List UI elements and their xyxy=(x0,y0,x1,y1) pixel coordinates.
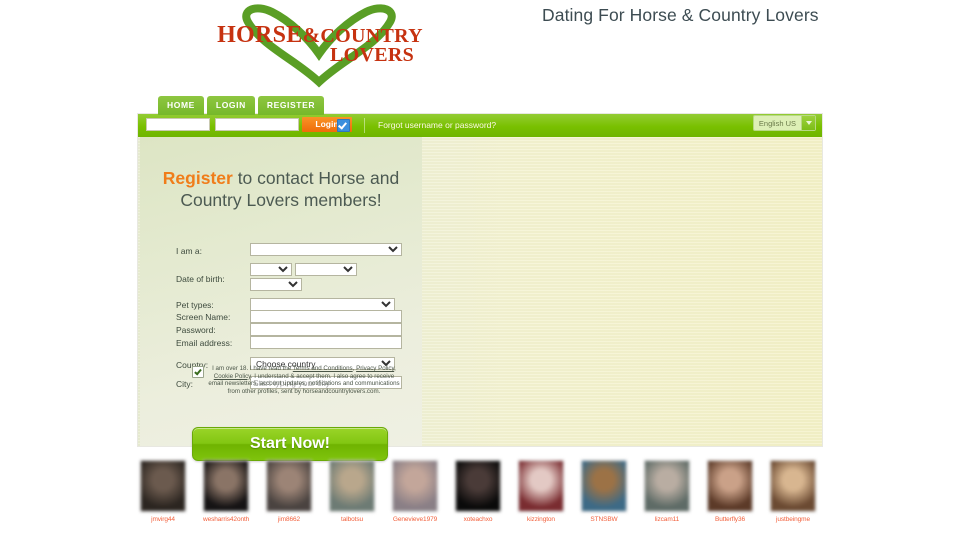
member-username: jim8662 xyxy=(277,516,301,523)
label-date-of-birth: Date of birth: xyxy=(176,274,225,284)
terms-checkbox[interactable] xyxy=(192,366,204,378)
site-tagline: Dating For Horse & Country Lovers xyxy=(542,5,819,25)
main-panel: Login Forgot username or password? Engli… xyxy=(138,114,822,461)
register-heading-highlight: Register xyxy=(162,168,233,188)
site-logo[interactable]: HORSE&COUNTRY LOVERS xyxy=(196,2,436,88)
dob-month-select[interactable] xyxy=(295,263,357,276)
register-heading: Register to contact Horse and Country Lo… xyxy=(150,167,412,211)
member-avatar[interactable] xyxy=(329,460,375,512)
login-password-input[interactable] xyxy=(215,118,299,131)
member-username: lizcam11 xyxy=(654,516,680,523)
start-now-button[interactable]: Start Now! xyxy=(192,427,388,461)
divider xyxy=(364,118,365,133)
privacy-policy-link[interactable]: Privacy Policy xyxy=(356,365,394,372)
member-thumbnail[interactable]: talbotsu xyxy=(329,460,375,523)
tab-login[interactable]: LOGIN xyxy=(206,96,255,115)
screen-name-input[interactable] xyxy=(250,310,402,323)
member-username: talbotsu xyxy=(341,516,363,523)
label-city: City: xyxy=(176,379,193,389)
member-thumbnail[interactable]: lizcam11 xyxy=(644,460,690,523)
panel-body: Register to contact Horse and Country Lo… xyxy=(138,137,822,461)
member-thumbnail[interactable]: xoteachxo xyxy=(455,460,501,523)
member-avatar[interactable] xyxy=(770,460,816,512)
member-username: jmvirg44 xyxy=(151,516,175,523)
tab-register[interactable]: REGISTER xyxy=(257,96,325,115)
member-username: STNSBW xyxy=(590,516,618,523)
login-username-input[interactable] xyxy=(146,118,210,131)
member-username: kizzington xyxy=(527,516,555,523)
main-navigation: HOME LOGIN REGISTER xyxy=(158,96,325,115)
member-username: justbeingme xyxy=(776,516,810,523)
remember-me-checkbox[interactable] xyxy=(337,119,350,132)
member-thumbnail[interactable]: jmvirg44 xyxy=(140,460,186,523)
terms-sep2: , xyxy=(394,365,396,372)
cookie-policy-link[interactable]: Cookie Policy xyxy=(214,373,251,380)
terms-and-conditions-link[interactable]: Terms and Conditions xyxy=(293,365,353,372)
login-bar: Login Forgot username or password? Engli… xyxy=(138,114,822,137)
page-header: HORSE&COUNTRY LOVERS Dating For Horse & … xyxy=(0,0,960,92)
terms-text: I am over 18. I have read the Terms and … xyxy=(206,365,402,395)
member-thumbnail[interactable]: Butterfly36 xyxy=(707,460,753,523)
label-password: Password: xyxy=(176,325,216,335)
label-pet-types: Pet types: xyxy=(176,300,214,310)
member-username: xoteachxo xyxy=(463,516,493,523)
label-email-address: Email address: xyxy=(176,338,233,348)
registration-form: Register to contact Horse and Country Lo… xyxy=(140,137,422,461)
member-username: wesharris42onthe xyxy=(203,516,249,523)
label-screen-name: Screen Name: xyxy=(176,312,231,322)
password-input[interactable] xyxy=(250,323,402,336)
member-thumbnail[interactable]: justbeingme xyxy=(770,460,816,523)
member-thumbnail[interactable]: STNSBW xyxy=(581,460,627,523)
language-label: English US xyxy=(758,119,796,128)
member-thumbnails: jmvirg44 wesharris42onthe jim8662 talbotsu G… xyxy=(140,460,840,523)
member-thumbnail[interactable]: Genevieve1979 xyxy=(392,460,438,523)
tab-home[interactable]: HOME xyxy=(158,96,204,115)
member-avatar[interactable] xyxy=(581,460,627,512)
logo-text-line2: LOVERS xyxy=(329,44,415,66)
email-input[interactable] xyxy=(250,336,402,349)
forgot-password-link[interactable]: Forgot username or password? xyxy=(378,120,496,130)
member-thumbnail[interactable]: wesharris42onthe xyxy=(203,460,249,523)
member-thumbnail[interactable]: kizzington xyxy=(518,460,564,523)
terms-agreement: I am over 18. I have read the Terms and … xyxy=(192,365,402,395)
terms-text-before: I am over 18. I have read the xyxy=(212,365,293,372)
member-avatar[interactable] xyxy=(266,460,312,512)
dob-day-select[interactable] xyxy=(250,263,292,276)
label-i-am-a: I am a: xyxy=(176,246,202,256)
i-am-a-select[interactable] xyxy=(250,243,402,256)
member-username: Butterfly36 xyxy=(715,516,745,523)
member-thumbnail[interactable]: jim8662 xyxy=(266,460,312,523)
member-avatar[interactable] xyxy=(455,460,501,512)
member-avatar[interactable] xyxy=(518,460,564,512)
member-avatar[interactable] xyxy=(203,460,249,512)
language-selector[interactable]: English US xyxy=(752,115,816,131)
member-username: Genevieve1979 xyxy=(392,516,438,523)
member-avatar[interactable] xyxy=(707,460,753,512)
member-avatar[interactable] xyxy=(644,460,690,512)
member-avatar[interactable] xyxy=(392,460,438,512)
chevron-down-icon[interactable] xyxy=(801,116,815,130)
member-avatar[interactable] xyxy=(140,460,186,512)
dob-year-select[interactable] xyxy=(250,278,302,291)
